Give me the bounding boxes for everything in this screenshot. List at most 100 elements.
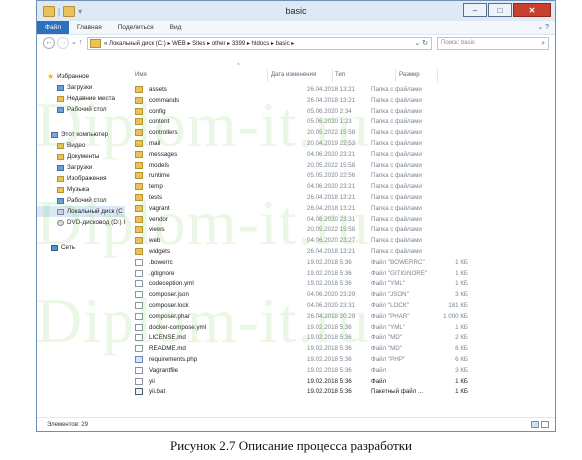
dvd-icon [57, 219, 64, 226]
file-row[interactable]: assets 26.04.2018 13:21 Папка с файлами [131, 84, 471, 95]
file-row[interactable]: README.md 19.02.2018 5:36 Файл "MD" 8 КБ [131, 343, 471, 354]
folder-icon [135, 248, 143, 255]
column-divider[interactable] [332, 69, 333, 82]
nav-item-music[interactable]: Музыка [57, 184, 89, 195]
nav-label: Этот компьютер [61, 131, 109, 138]
file-row[interactable]: yii 19.02.2018 5:36 Файл 1 КБ [131, 376, 471, 387]
file-type: Файл [371, 377, 387, 385]
nav-item-documents[interactable]: Документы [57, 151, 99, 162]
file-name: .gitignore [149, 269, 175, 277]
folder-icon [135, 215, 143, 223]
file-size: 1 КБ [455, 269, 468, 277]
sort-arrow-icon: ^ [237, 63, 240, 69]
drive-icon [57, 208, 64, 215]
file-type: Папка с файлами [371, 107, 422, 115]
address-bar[interactable]: « Локальный диск (C:) ▸ WEB ▸ Sites ▸ ot… [87, 37, 432, 50]
file-row[interactable]: tests 26.04.2018 13:21 Папка с файлами [131, 192, 471, 203]
file-row[interactable]: config 05.06.2020 2:34 Папка с файлами [131, 106, 471, 117]
file-type: Файл "JSON" [371, 291, 409, 299]
file-row[interactable]: controllers 20.05.2022 15:58 Папка с файла… [131, 127, 471, 138]
column-header-date[interactable]: Дата изменения [271, 69, 316, 81]
file-row[interactable]: composer.lock 04.06.2020 23:31 Файл "LOCK"… [131, 300, 471, 311]
file-row[interactable]: requirements.php 19.02.2018 5:36 Файл "PHP… [131, 354, 471, 365]
back-button[interactable]: ← [43, 37, 55, 49]
column-header-type[interactable]: Тип [335, 69, 345, 81]
tab-view[interactable]: Вид [162, 21, 190, 34]
close-button[interactable]: ✕ [513, 3, 551, 17]
file-row[interactable]: LICENSE.md 19.02.2018 5:36 Файл "MD" 2 КБ [131, 332, 471, 343]
file-row[interactable]: Vagrantfile 19.02.2018 5:36 Файл 3 КБ [131, 365, 471, 376]
file-date: 19.02.2018 5:36 [307, 356, 352, 363]
computer-icon [51, 131, 58, 138]
file-row[interactable]: models 20.05.2022 15:58 Папка с файлами [131, 160, 471, 171]
nav-item-downloads-2[interactable]: Загрузки [57, 162, 92, 173]
tab-share[interactable]: Поделиться [110, 21, 162, 34]
file-row[interactable]: mail 20.04.2019 22:53 Папка с файлами [131, 138, 471, 149]
file-row[interactable]: widgets 26.04.2018 13:21 Папка с файлами [131, 246, 471, 257]
nav-item-recent[interactable]: Недавние места [57, 93, 115, 104]
column-divider[interactable] [437, 69, 438, 82]
nav-item-video[interactable]: Видео [57, 140, 85, 151]
file-name: docker-compose.yml [149, 323, 207, 331]
nav-label: Видео [67, 142, 86, 149]
file-row[interactable]: yii.bat 19.02.2018 5:36 Пакетный файл ... 1… [131, 386, 471, 397]
minimize-button[interactable]: – [463, 3, 487, 17]
file-row[interactable]: commands 26.04.2018 13:21 Папка с файлами [131, 95, 471, 106]
nav-item-local-disk[interactable]: Локальный диск (C [37, 206, 125, 217]
file-row[interactable]: temp 04.06.2020 23:21 Папка с файлами [131, 181, 471, 192]
nav-item-desktop[interactable]: Рабочий стол [57, 104, 107, 115]
nav-item-favorites[interactable]: ★ Избранное [47, 71, 89, 82]
file-row[interactable]: vagrant 26.04.2018 13:21 Папка с файлами [131, 203, 471, 214]
column-header-size[interactable]: Размер [399, 69, 420, 81]
search-icon[interactable]: ⌕ [541, 38, 545, 49]
file-type: Папка с файлами [371, 129, 422, 137]
status-bar: Элементов: 29 [37, 417, 555, 431]
nav-item-images[interactable]: Изображения [57, 173, 107, 184]
file-row[interactable]: vendor 04.06.2020 23:31 Папка с файлами [131, 214, 471, 225]
file-type: Файл "PHAR" [371, 312, 410, 320]
folder-icon [135, 96, 143, 104]
file-date: 26.04.2018 13:21 [307, 86, 356, 93]
nav-item-downloads[interactable]: Загрузки [57, 82, 92, 93]
nav-label: Сеть [61, 244, 76, 251]
file-row[interactable]: .gitignore 19.02.2018 5:36 Файл "GITIGNORE… [131, 268, 471, 279]
file-row[interactable]: composer.json 04.06.2020 23:29 Файл "JSON"… [131, 289, 471, 300]
file-row[interactable]: codeception.yml 19.02.2018 5:36 Файл "YML"… [131, 278, 471, 289]
search-input[interactable]: Поиск: basic ⌕ [437, 37, 549, 50]
details-view-icon[interactable] [531, 421, 539, 428]
php-file-icon [135, 356, 143, 363]
nav-label: Рабочий стол [67, 197, 107, 204]
up-button[interactable]: ⌄ ↑ [71, 38, 82, 46]
folder-icon [135, 129, 143, 137]
file-row[interactable]: composer.phar 26.04.2018 20:29 Файл "PHAR"… [131, 311, 471, 322]
file-date: 04.06.2020 23:31 [307, 302, 356, 309]
file-row[interactable]: content 05.06.2020 1:23 Папка с файлами [131, 116, 471, 127]
column-header-name[interactable]: Имя [135, 69, 147, 81]
nav-item-computer[interactable]: Этот компьютер [51, 129, 108, 140]
nav-item-network[interactable]: Сеть [51, 242, 75, 253]
nav-item-desktop-2[interactable]: Рабочий стол [57, 195, 107, 206]
file-row[interactable]: web 04.06.2020 23:27 Папка с файлами [131, 235, 471, 246]
column-divider[interactable] [395, 69, 396, 82]
file-name: commands [149, 96, 180, 104]
file-row[interactable]: messages 04.06.2020 23:21 Папка с файлами [131, 149, 471, 160]
file-row[interactable]: docker-compose.yml 19.02.2018 5:36 Файл "Y… [131, 322, 471, 333]
refresh-icon[interactable]: ⌄ ↻ [414, 39, 428, 47]
expand-ribbon-icon[interactable]: ⌄ ? [537, 23, 549, 31]
file-date: 19.02.2018 5:36 [307, 269, 352, 277]
file-row[interactable]: .bowerrc 19.02.2018 5:36 Файл "BOWERRC" 1 К… [131, 257, 471, 268]
file-size: 8 КБ [455, 345, 468, 353]
forward-button[interactable]: → [57, 37, 69, 49]
file-name: content [149, 118, 170, 126]
maximize-button[interactable]: □ [488, 3, 512, 17]
file-name: assets [149, 86, 167, 93]
nav-item-dvd[interactable]: DVD-дисковод (D:) I [57, 217, 125, 228]
file-type: Пакетный файл ... [371, 388, 424, 396]
file-row[interactable]: views 20.05.2022 15:58 Папка с файлами [131, 224, 471, 235]
column-divider[interactable] [267, 69, 268, 82]
tab-home[interactable]: Главная [69, 21, 110, 34]
large-icons-view-icon[interactable] [541, 421, 549, 428]
file-row[interactable]: runtime 05.05.2020 22:56 Папка с файлами [131, 170, 471, 181]
file-size: 6 КБ [455, 356, 468, 363]
tab-file[interactable]: Файл [37, 21, 69, 34]
